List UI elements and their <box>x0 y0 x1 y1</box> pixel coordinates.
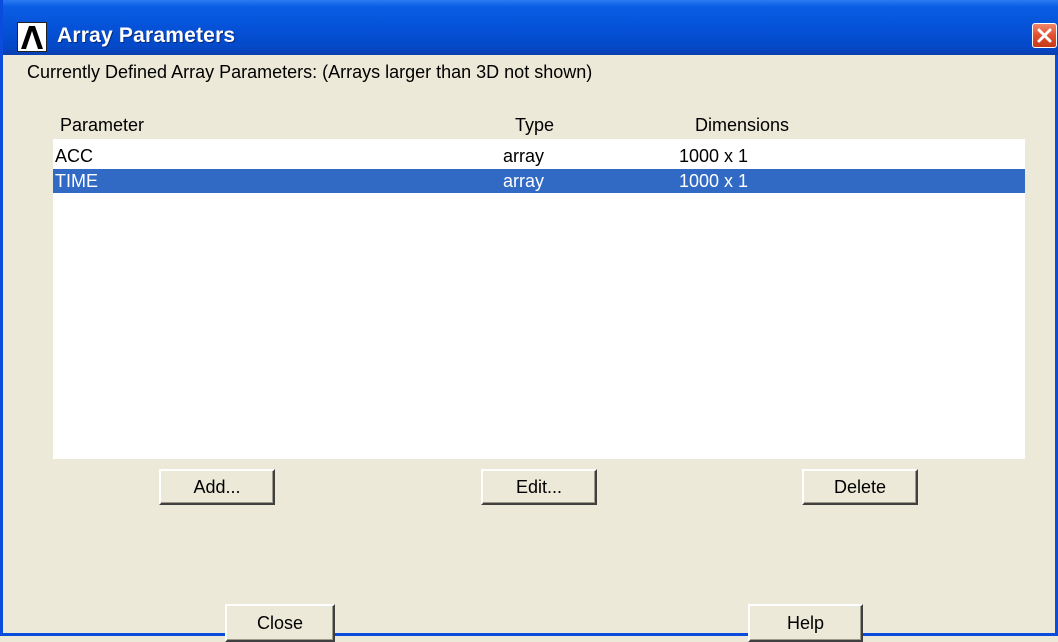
parameter-name: TIME <box>55 171 98 191</box>
title-bar[interactable]: Array Parameters <box>3 0 1058 55</box>
section-heading: Currently Defined Array Parameters: (Arr… <box>27 62 593 82</box>
close-icon[interactable] <box>1032 23 1057 48</box>
window-title: Array Parameters <box>57 24 236 47</box>
help-button[interactable]: Help <box>748 604 863 642</box>
array-parameters-window: Array Parameters Currently Defined Array… <box>0 0 1058 642</box>
parameter-dimensions: 1000 x 1 <box>679 171 749 191</box>
column-header-type: Type <box>515 115 555 135</box>
column-header-dimensions: Dimensions <box>695 115 790 135</box>
table-row-selected[interactable]: TIME array 1000 x 1 <box>53 169 1025 193</box>
parameter-type: array <box>503 171 545 191</box>
parameters-list[interactable]: ACC array 1000 x 1 TIME array 1000 x 1 <box>53 139 1025 459</box>
table-row[interactable]: ACC array 1000 x 1 <box>53 144 1025 168</box>
add-button[interactable]: Add... <box>159 469 275 505</box>
ansys-logo-icon <box>17 22 47 52</box>
close-button[interactable]: Close <box>225 604 335 642</box>
delete-button[interactable]: Delete <box>802 469 918 505</box>
edit-button[interactable]: Edit... <box>481 469 597 505</box>
parameter-dimensions: 1000 x 1 <box>679 146 749 166</box>
parameter-type: array <box>503 146 545 166</box>
parameter-name: ACC <box>55 146 94 166</box>
column-header-parameter: Parameter <box>60 115 145 135</box>
